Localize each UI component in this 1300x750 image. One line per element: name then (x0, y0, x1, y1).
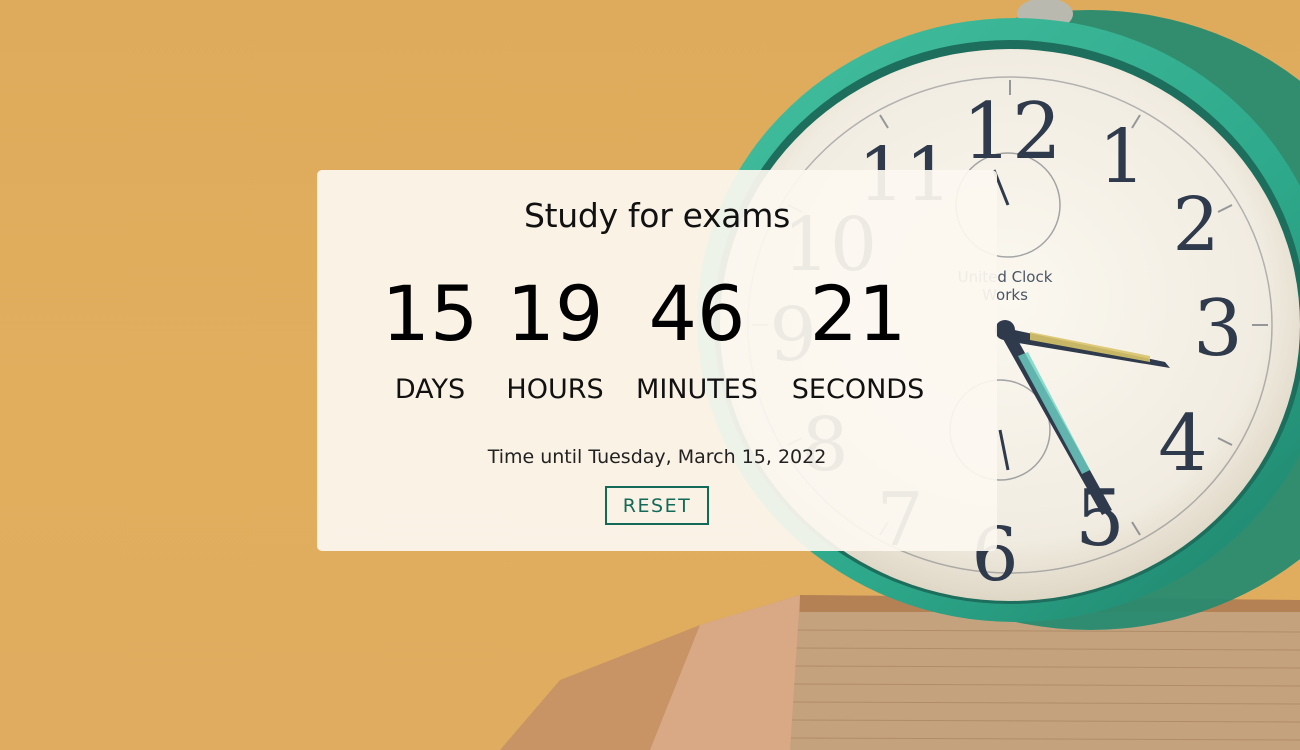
seconds-value: 21 (809, 269, 907, 358)
countdown-card: Study for exams 15 DAYS 19 HOURS 46 MINU… (317, 170, 997, 551)
days-unit: 15 DAYS (375, 269, 485, 406)
svg-text:3: 3 (1193, 284, 1243, 374)
app-screen: 12 1 2 3 4 5 6 7 8 9 10 11 United Clock … (0, 0, 1300, 750)
countdown-title: Study for exams (524, 196, 790, 235)
hours-value: 19 (506, 269, 604, 358)
minutes-label: MINUTES (636, 374, 758, 405)
svg-text:1: 1 (1098, 114, 1145, 200)
seconds-unit: 21 SECONDS (779, 269, 937, 406)
seconds-label: SECONDS (791, 374, 925, 405)
countdown-units: 15 DAYS 19 HOURS 46 MINUTES 21 SECONDS (317, 276, 997, 416)
svg-text:4: 4 (1158, 399, 1208, 489)
book-shape (500, 595, 1300, 750)
days-value: 15 (381, 269, 479, 358)
target-date-text: Time until Tuesday, March 15, 2022 (487, 446, 827, 468)
svg-text:5: 5 (1075, 474, 1125, 564)
minutes-unit: 46 MINUTES (627, 269, 767, 406)
svg-text:2: 2 (1172, 182, 1219, 268)
minutes-value: 46 (648, 269, 746, 358)
days-label: DAYS (394, 374, 466, 405)
hours-unit: 19 HOURS (495, 269, 615, 406)
reset-button[interactable]: RESET (605, 486, 709, 525)
hours-label: HOURS (506, 374, 604, 405)
